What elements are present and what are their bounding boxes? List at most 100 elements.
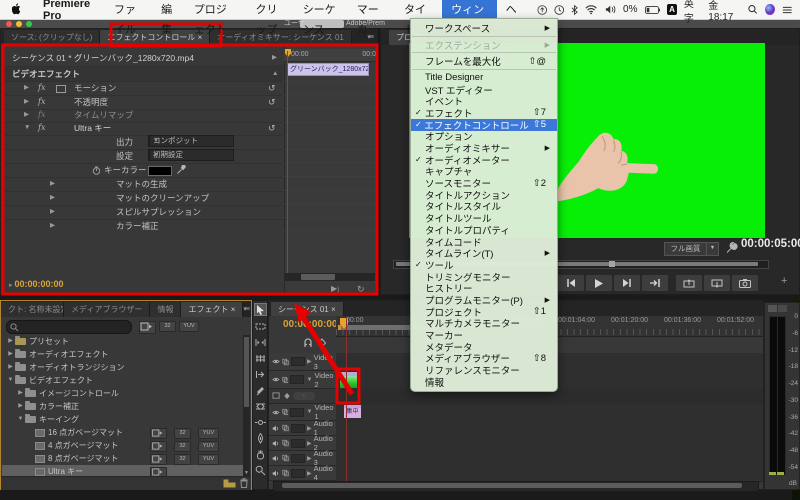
menu-bar-item[interactable]: タイトル — [395, 0, 442, 36]
close-window-icon[interactable] — [6, 21, 12, 27]
volume-icon[interactable] — [605, 4, 616, 15]
set-marker-icon[interactable] — [317, 338, 327, 348]
scrollbar-thumb[interactable] — [282, 483, 742, 488]
clip-title-row[interactable]: シーケンス 01 * グリーンバック_1280x720.mp4 ▶ — [4, 51, 283, 67]
toggle-track-output-icon[interactable] — [272, 376, 280, 383]
output-dropdown[interactable]: コンポジット ▼ — [148, 135, 234, 147]
goto-next-edit-button[interactable] — [641, 274, 669, 292]
lift-button[interactable] — [675, 274, 703, 292]
key-color-swatch[interactable] — [148, 166, 172, 176]
sync-lock-icon[interactable] — [282, 439, 289, 447]
audio2-track[interactable] — [336, 436, 763, 452]
filter-32bit-icon[interactable]: 32 — [159, 321, 176, 332]
hand-tool[interactable] — [255, 449, 266, 460]
zoom-tool[interactable] — [255, 465, 266, 476]
expand-track-icon[interactable]: ▶ — [307, 358, 312, 365]
mini-ruler[interactable]: 00:00 00:0 — [284, 49, 377, 62]
reset-effect-icon[interactable]: ↺ — [268, 95, 276, 109]
menu-bar-item[interactable]: ヘルプ — [497, 0, 537, 56]
tab-sequence[interactable]: シーケンス 01 × — [271, 302, 344, 317]
scrubber-thumb[interactable] — [609, 261, 615, 267]
track-lock-toggle[interactable] — [290, 407, 305, 417]
mini-scrollbar[interactable] — [285, 273, 375, 281]
export-frame-button[interactable] — [731, 274, 759, 292]
sync-lock-icon[interactable] — [282, 376, 289, 384]
effects-tree-row[interactable]: ▼ ビデオエフェクト 32 YUV — [2, 374, 243, 387]
new-bin-icon[interactable] — [223, 479, 236, 488]
collapse-track-icon[interactable]: ▼ — [306, 377, 312, 383]
filter-yuv-icon[interactable]: YUV — [179, 321, 199, 332]
effect-row-motion[interactable]: ▶ fx モーション ↺ — [4, 81, 283, 96]
effect-panel-timecode[interactable]: ▸ 00:00:00:00 — [9, 279, 64, 289]
rate-stretch-tool[interactable] — [255, 369, 266, 380]
menu-bar-clock[interactable]: 金 18:17 — [708, 0, 741, 23]
razor-tool[interactable] — [255, 385, 266, 396]
track-lock-toggle[interactable] — [290, 468, 305, 478]
tree-arrow-icon[interactable]: ▶ — [6, 348, 15, 361]
siri-icon[interactable] — [764, 4, 775, 15]
sync-lock-icon[interactable] — [282, 424, 289, 432]
group-row-spill-suppression[interactable]: ▶ スピルサプレッション — [4, 205, 283, 220]
expand-arrow-icon[interactable]: ▶ — [24, 108, 29, 122]
track-lock-toggle[interactable] — [290, 438, 305, 448]
snap-icon[interactable] — [303, 338, 313, 348]
accelerated-effects-filter-icon[interactable] — [139, 321, 156, 334]
tree-scrollbar[interactable]: ▼ — [243, 335, 250, 476]
toggle-animation-icon[interactable] — [92, 166, 101, 175]
sync-lock-icon[interactable] — [282, 469, 289, 477]
app-menu-title[interactable]: Premiere Pro — [33, 0, 105, 22]
fx-badge-icon[interactable]: fx — [38, 121, 45, 135]
video3-track-header[interactable]: ▶ Video 3 — [269, 353, 336, 371]
green-screen-clip[interactable] — [340, 372, 357, 388]
battery-icon[interactable] — [644, 5, 661, 15]
window-menu-item[interactable]: ワークスペース ▶ — [411, 22, 557, 35]
sync-lock-icon[interactable] — [282, 358, 289, 366]
tree-arrow-icon[interactable]: ▶ — [16, 387, 25, 400]
fx-badge-icon[interactable]: fx — [38, 81, 45, 95]
scrollbar-thumb[interactable] — [244, 337, 249, 407]
effects-tree-row[interactable]: Ultra キー 32 YUV — [2, 465, 243, 476]
toggle-track-audio-icon[interactable] — [272, 424, 280, 433]
spotlight-icon[interactable] — [748, 4, 758, 15]
menu-bar-item[interactable]: ファイル — [105, 0, 152, 36]
window-menu-item[interactable]: エクステンション ▶ — [411, 39, 557, 52]
bluetooth-icon[interactable] — [571, 4, 579, 16]
menu-bar-item[interactable]: ウィンドウ — [442, 0, 497, 36]
scrollbar-thumb[interactable] — [301, 274, 335, 280]
fx-badge-icon[interactable]: fx — [38, 95, 45, 109]
reset-effect-icon[interactable]: ↺ — [268, 121, 276, 135]
group-row-matte-generation[interactable]: ▶ マットの生成 — [4, 177, 283, 192]
expand-track-icon[interactable]: ▶ — [307, 470, 312, 477]
step-forward-button[interactable] — [613, 274, 641, 292]
expand-arrow-icon[interactable]: ▶ — [24, 95, 29, 109]
cloud-upload-icon[interactable] — [536, 4, 547, 16]
tree-arrow-icon[interactable]: ▼ — [6, 374, 15, 387]
settings-wrench-icon[interactable] — [725, 241, 738, 254]
play-button[interactable] — [585, 274, 613, 292]
effects-search-input[interactable] — [6, 320, 132, 334]
selection-tool[interactable] — [254, 303, 267, 316]
pen-tool[interactable] — [255, 433, 266, 444]
toggle-track-output-icon[interactable] — [272, 409, 280, 416]
extract-button[interactable] — [703, 274, 731, 292]
step-back-button[interactable] — [557, 274, 585, 292]
video-effects-header[interactable]: ビデオエフェクト ▲ — [4, 67, 283, 82]
zoom-window-icon[interactable] — [26, 21, 32, 27]
apple-icon[interactable] — [0, 3, 33, 16]
collapse-track-icon[interactable]: ▼ — [306, 409, 312, 415]
ime-badge-icon[interactable]: A — [667, 4, 677, 15]
tree-arrow-icon[interactable]: ▶ — [16, 400, 25, 413]
audio3-track[interactable] — [336, 451, 763, 467]
cti-line[interactable] — [346, 318, 347, 481]
program-timecode[interactable]: 00:00:05:00 — [741, 238, 800, 250]
notification-center-icon[interactable] — [782, 5, 792, 15]
toggle-track-audio-icon[interactable] — [272, 439, 280, 448]
audio4-track[interactable] — [336, 466, 763, 482]
expand-arrow-icon[interactable]: ▶ — [24, 81, 29, 95]
quality-dropdown[interactable]: フル画質 ▼ — [664, 242, 719, 256]
reset-effect-icon[interactable]: ↺ — [268, 81, 276, 95]
loop-icon[interactable]: ↻ — [357, 284, 365, 295]
window-menu-item[interactable]: フレームを最大化 ⇧@ — [411, 55, 557, 69]
tab-effects[interactable]: エフェクト × — [181, 302, 244, 317]
minimize-window-icon[interactable] — [16, 21, 22, 27]
